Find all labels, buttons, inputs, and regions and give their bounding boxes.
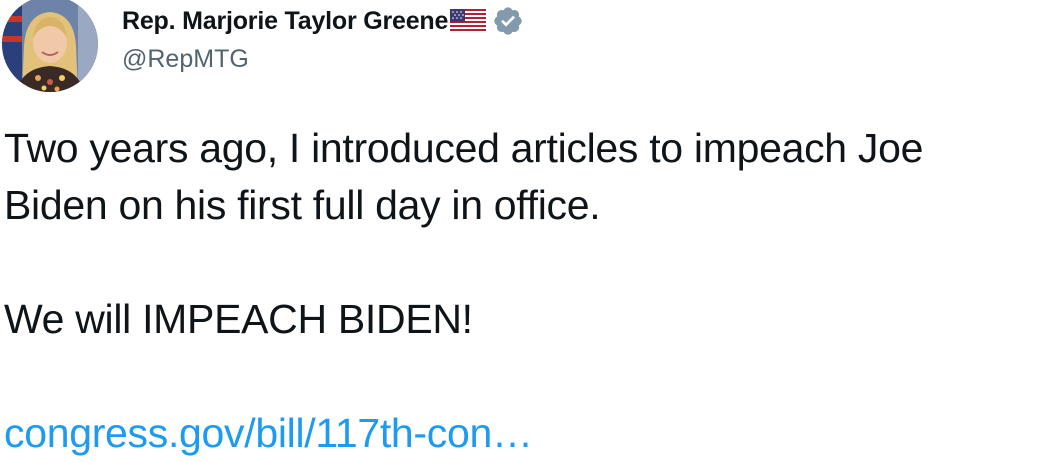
tweet-line-3: We will IMPEACH BIDEN!	[4, 296, 473, 342]
author-display-name[interactable]: Rep. Marjorie Taylor Greene	[122, 7, 448, 36]
tweet-text: Two years ago, I introduced articles to …	[4, 120, 1044, 462]
tweet-link[interactable]: congress.gov/bill/117th-con…	[4, 410, 533, 456]
tweet-line-2: Biden on his first full day in office.	[4, 182, 601, 228]
us-flag-icon	[450, 8, 487, 34]
tweet-line-1: Two years ago, I introduced articles to …	[4, 125, 924, 171]
author-name-row: Rep. Marjorie Taylor Greene	[122, 3, 524, 39]
avatar[interactable]	[2, 0, 98, 92]
avatar-image	[2, 0, 98, 92]
tweet-card: Rep. Marjorie Taylor Greene @RepMTG Two …	[0, 0, 1046, 456]
author-handle[interactable]: @RepMTG	[122, 45, 249, 74]
verified-badge-icon[interactable]	[492, 5, 524, 37]
